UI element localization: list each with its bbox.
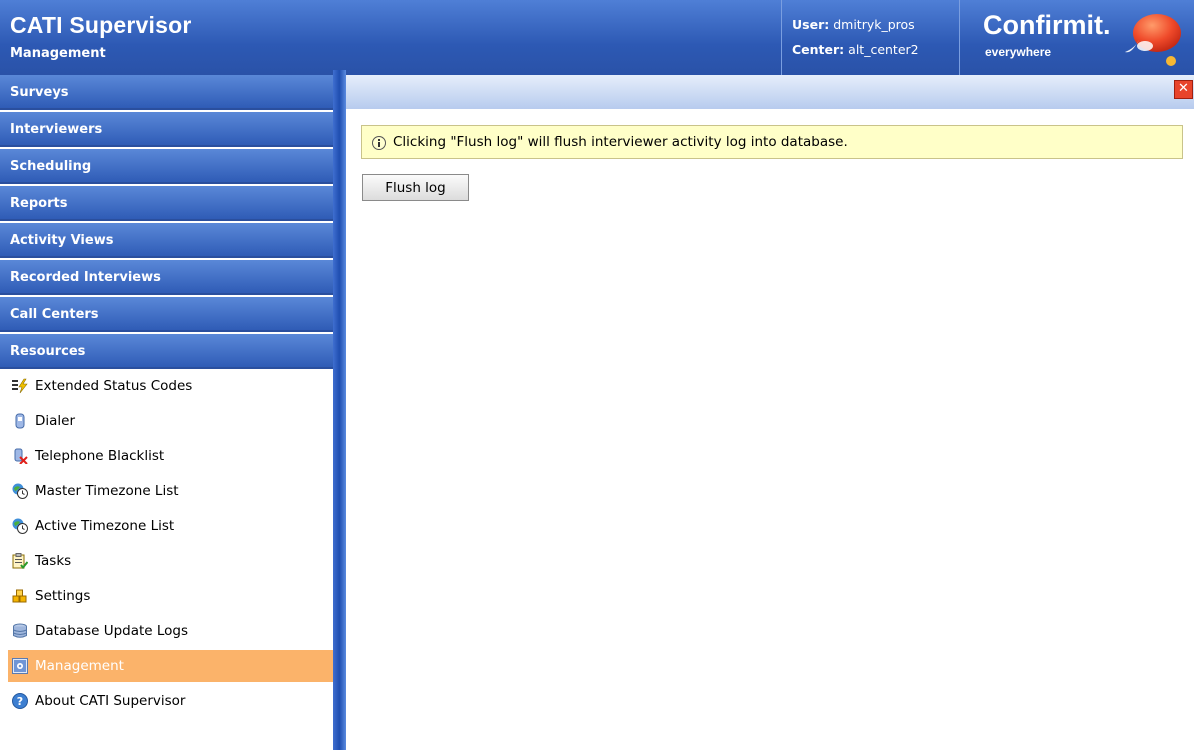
app-subtitle: Management: [10, 46, 106, 61]
sidebar-item-label: Dialer: [35, 413, 76, 429]
management-icon: [12, 658, 28, 674]
user-line: User: dmitryk_pros: [792, 17, 915, 32]
tasks-icon: [12, 553, 28, 569]
sidebar-item-management[interactable]: Management: [8, 650, 333, 682]
nav-call-centers[interactable]: Call Centers: [0, 297, 333, 332]
sidebar: Surveys Interviewers Scheduling Reports …: [0, 75, 333, 750]
close-button[interactable]: ✕: [1174, 80, 1193, 99]
sidebar-item-label: Telephone Blacklist: [35, 448, 165, 464]
flush-log-button[interactable]: Flush log: [362, 174, 469, 201]
sidebar-item-label: Management: [35, 658, 124, 674]
logo-bubble-icon: [1125, 14, 1181, 66]
database-icon: [13, 623, 27, 638]
center-line: Center: alt_center2: [792, 42, 919, 57]
sidebar-splitter[interactable]: [333, 70, 346, 750]
dialer-icon: [15, 413, 25, 429]
notice-text: Clicking "Flush log" will flush intervie…: [393, 134, 848, 150]
nav-activity-views[interactable]: Activity Views: [0, 223, 333, 258]
nav-reports[interactable]: Reports: [0, 186, 333, 221]
user-value: dmitryk_pros: [833, 17, 915, 32]
sidebar-item-database-update-logs[interactable]: Database Update Logs: [8, 615, 333, 647]
sidebar-item-label: About CATI Supervisor: [35, 693, 186, 709]
logo-text: Confirmit.: [983, 10, 1111, 40]
nav-surveys[interactable]: Surveys: [0, 75, 333, 110]
help-icon: ?: [12, 693, 28, 709]
status-codes-icon: [12, 378, 28, 394]
sidebar-item-master-timezone-list[interactable]: Master Timezone List: [8, 475, 333, 507]
nav-scheduling[interactable]: Scheduling: [0, 149, 333, 184]
sidebar-item-about[interactable]: ? About CATI Supervisor: [8, 685, 333, 717]
sidebar-item-dialer[interactable]: Dialer: [8, 405, 333, 437]
center-label: Center:: [792, 42, 845, 57]
sidebar-item-settings[interactable]: Settings: [8, 580, 333, 612]
sidebar-item-label: Tasks: [35, 553, 72, 569]
sidebar-item-active-timezone-list[interactable]: Active Timezone List: [8, 510, 333, 542]
confirmit-logo: Confirmit. everywhere: [983, 8, 1183, 70]
sidebar-item-extended-status-codes[interactable]: Extended Status Codes: [8, 370, 333, 402]
timezone-icon: [12, 483, 28, 499]
app-header: CATI Supervisor Management User: dmitryk…: [0, 0, 1194, 75]
sidebar-item-label: Extended Status Codes: [35, 378, 193, 394]
timezone-icon: [12, 518, 28, 534]
sidebar-item-label: Master Timezone List: [35, 483, 179, 499]
nav-interviewers[interactable]: Interviewers: [0, 112, 333, 147]
sidebar-item-telephone-blacklist[interactable]: Telephone Blacklist: [8, 440, 333, 472]
nav-recorded-interviews[interactable]: Recorded Interviews: [0, 260, 333, 295]
svg-text:?: ?: [17, 695, 23, 708]
nav-resources[interactable]: Resources: [0, 334, 333, 369]
sidebar-item-label: Active Timezone List: [35, 518, 175, 534]
sidebar-item-tasks[interactable]: Tasks: [8, 545, 333, 577]
sidebar-item-label: Database Update Logs: [35, 623, 189, 639]
center-value: alt_center2: [848, 42, 919, 57]
content-toolbar: [346, 75, 1194, 109]
settings-icon: [12, 589, 27, 603]
info-notice: Clicking "Flush log" will flush intervie…: [361, 125, 1183, 159]
info-icon: [372, 136, 386, 150]
logo-subtext: everywhere: [985, 45, 1052, 59]
app-title: CATI Supervisor: [10, 12, 192, 38]
telephone-blacklist-icon: [14, 448, 28, 464]
user-label: User:: [792, 17, 830, 32]
sidebar-item-label: Settings: [35, 588, 91, 604]
user-info: User: dmitryk_pros Center: alt_center2: [781, 0, 960, 75]
